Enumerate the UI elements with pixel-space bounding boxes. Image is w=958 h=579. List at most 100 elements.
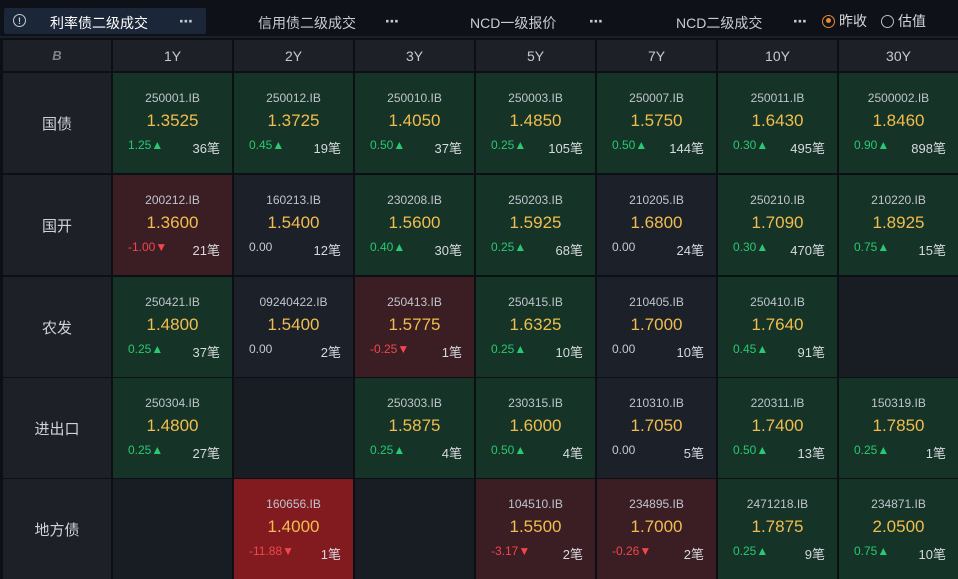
bond-quote-cell[interactable]: 250203.IB 1.5925 0.25▲ 68笔: [476, 175, 595, 275]
bond-quote-cell[interactable]: 210205.IB 1.6800 0.00 24笔: [597, 175, 716, 275]
bond-quote-cell[interactable]: 104510.IB 1.5500 -3.17▼ 2笔: [476, 479, 595, 579]
yield-change: 0.90▲: [854, 138, 890, 152]
more-icon[interactable]: ⋯: [179, 13, 194, 30]
bond-quote-cell[interactable]: 250011.IB 1.6430 0.30▲ 495笔: [718, 73, 837, 173]
bond-quote-cell[interactable]: 230208.IB 1.5600 0.40▲ 30笔: [355, 175, 474, 275]
bond-quote-cell[interactable]: 250415.IB 1.6325 0.25▲ 10笔: [476, 277, 595, 377]
yield-change: 0.25▲: [733, 544, 769, 558]
bond-code: 234871.IB: [871, 497, 926, 511]
radio-valuation[interactable]: 估值: [881, 11, 926, 31]
yield-change: 0.45▲: [733, 342, 769, 356]
info-icon[interactable]: !: [13, 14, 26, 27]
trade-count: 68笔: [555, 243, 583, 258]
column-header: 2Y: [234, 40, 353, 71]
tab-label: NCD二级成交: [676, 15, 763, 31]
yield-change: 0.00: [612, 443, 636, 457]
bond-quote-cell[interactable]: 210310.IB 1.7050 0.00 5笔: [597, 378, 716, 478]
yield-change: 0.25▲: [491, 342, 527, 356]
bond-code: 210405.IB: [629, 295, 684, 309]
bond-quote-cell[interactable]: 250007.IB 1.5750 0.50▲ 144笔: [597, 73, 716, 173]
bond-quote-cell[interactable]: 250410.IB 1.7640 0.45▲ 91笔: [718, 277, 837, 377]
bond-code: 250303.IB: [387, 396, 442, 410]
bond-code: 2471218.IB: [746, 497, 809, 511]
tab-ncd-primary-quote[interactable]: NCD一级报价 ⋯: [416, 8, 616, 34]
bond-quote-cell[interactable]: 250012.IB 1.3725 0.45▲ 19笔: [234, 73, 353, 173]
yield-change: 0.00: [249, 342, 273, 356]
trade-count: 24笔: [676, 243, 704, 258]
bond-yield: 1.5750: [630, 111, 683, 130]
tab-bar: ! 利率债二级成交 ⋯ 信用债二级成交 ⋯ NCD一级报价 ⋯ NCD二级成交 …: [0, 0, 958, 38]
tab-label: 信用债二级成交: [258, 15, 356, 31]
bond-yield: 1.4000: [267, 517, 320, 536]
bond-code: 210205.IB: [629, 193, 684, 207]
radio-label: 昨收: [839, 13, 867, 29]
bond-quote-cell[interactable]: 250210.IB 1.7090 0.30▲ 470笔: [718, 175, 837, 275]
bond-yield: 1.7090: [751, 213, 804, 232]
bond-quote-cell[interactable]: 250421.IB 1.4800 0.25▲ 37笔: [113, 277, 232, 377]
bond-code: 09240422.IB: [259, 295, 328, 309]
bond-quote-cell[interactable]: 234871.IB 2.0500 0.75▲ 10笔: [839, 479, 958, 579]
trade-count: 37笔: [434, 141, 462, 156]
bond-quote-cell[interactable]: 210220.IB 1.8925 0.75▲ 15笔: [839, 175, 958, 275]
yield-change: 0.25▲: [128, 443, 164, 457]
bond-quote-cell[interactable]: 150319.IB 1.7850 0.25▲ 1笔: [839, 378, 958, 478]
bond-quote-cell[interactable]: 250001.IB 1.3525 1.25▲ 36笔: [113, 73, 232, 173]
bond-code: 250210.IB: [750, 193, 805, 207]
bond-quote-cell[interactable]: 250304.IB 1.4800 0.25▲ 27笔: [113, 378, 232, 478]
price-basis-radio-group: 昨收 估值: [822, 12, 940, 30]
bond-quote-cell[interactable]: 210405.IB 1.7000 0.00 10笔: [597, 277, 716, 377]
bond-quote-cell[interactable]: 250303.IB 1.5875 0.25▲ 4笔: [355, 378, 474, 478]
bond-logo-icon: B: [52, 48, 62, 63]
bond-quote-cell[interactable]: 09240422.IB 1.5400 0.00 2笔: [234, 277, 353, 377]
bond-code: 250007.IB: [629, 91, 684, 105]
more-icon[interactable]: ⋯: [589, 13, 604, 30]
bond-quote-cell[interactable]: 2471218.IB 1.7875 0.25▲ 9笔: [718, 479, 837, 579]
trade-count: 10笔: [918, 547, 946, 562]
bond-code: 250012.IB: [266, 91, 321, 105]
bond-yield: 1.8460: [872, 111, 925, 130]
yield-change: 1.25▲: [128, 138, 164, 152]
bond-code: 250011.IB: [750, 91, 805, 105]
trade-count: 2笔: [683, 547, 704, 562]
trade-count: 5笔: [683, 446, 704, 461]
row-label: 农发: [3, 277, 111, 377]
bond-code: 230315.IB: [508, 396, 563, 410]
yield-change: 0.00: [249, 240, 273, 254]
bond-code: 250421.IB: [145, 295, 200, 309]
bond-quote-cell[interactable]: 234895.IB 1.7000 -0.26▼ 2笔: [597, 479, 716, 579]
trade-count: 91笔: [797, 345, 825, 360]
bond-code: 210220.IB: [871, 193, 926, 207]
bond-quote-cell[interactable]: 160656.IB 1.4000 -11.88▼ 1笔: [234, 479, 353, 579]
trade-count: 2笔: [562, 547, 583, 562]
bond-quote-cell[interactable]: 230315.IB 1.6000 0.50▲ 4笔: [476, 378, 595, 478]
radio-prev-close[interactable]: 昨收: [822, 11, 867, 31]
bond-quote-cell[interactable]: 250010.IB 1.4050 0.50▲ 37笔: [355, 73, 474, 173]
bond-yield: 1.8925: [872, 213, 925, 232]
radio-dot-icon: [881, 14, 894, 28]
column-header: 30Y: [839, 40, 958, 71]
bond-quote-cell[interactable]: 220311.IB 1.7400 0.50▲ 13笔: [718, 378, 837, 478]
bond-quote-cell[interactable]: 2500002.IB 1.8460 0.90▲ 898笔: [839, 73, 958, 173]
tab-credit-bond-secondary[interactable]: 信用债二级成交 ⋯: [212, 8, 412, 34]
bond-quote-cell[interactable]: 200212.IB 1.3600 -1.00▼ 21笔: [113, 175, 232, 275]
column-header: 5Y: [476, 40, 595, 71]
more-icon[interactable]: ⋯: [793, 13, 808, 30]
bond-yield: 1.6800: [630, 213, 683, 232]
yield-change: 0.25▲: [491, 138, 527, 152]
bond-quote-cell[interactable]: 250003.IB 1.4850 0.25▲ 105笔: [476, 73, 595, 173]
bond-yield: 1.5775: [388, 315, 441, 334]
yield-change: 0.30▲: [733, 138, 769, 152]
column-header: 1Y: [113, 40, 232, 71]
tab-ncd-secondary[interactable]: NCD二级成交 ⋯: [620, 8, 820, 34]
yield-change: 0.25▲: [491, 240, 527, 254]
bond-quote-cell[interactable]: 160213.IB 1.5400 0.00 12笔: [234, 175, 353, 275]
yield-change: 0.45▲: [249, 138, 285, 152]
bond-code: 250410.IB: [750, 295, 805, 309]
bond-code: 250001.IB: [145, 91, 200, 105]
more-icon[interactable]: ⋯: [385, 13, 400, 30]
bond-yield: 1.5400: [267, 315, 320, 334]
tab-rate-bond-secondary[interactable]: ! 利率债二级成交 ⋯: [4, 8, 206, 34]
empty-cell: [355, 479, 474, 579]
bond-code: 230208.IB: [387, 193, 442, 207]
bond-quote-cell[interactable]: 250413.IB 1.5775 -0.25▼ 1笔: [355, 277, 474, 377]
